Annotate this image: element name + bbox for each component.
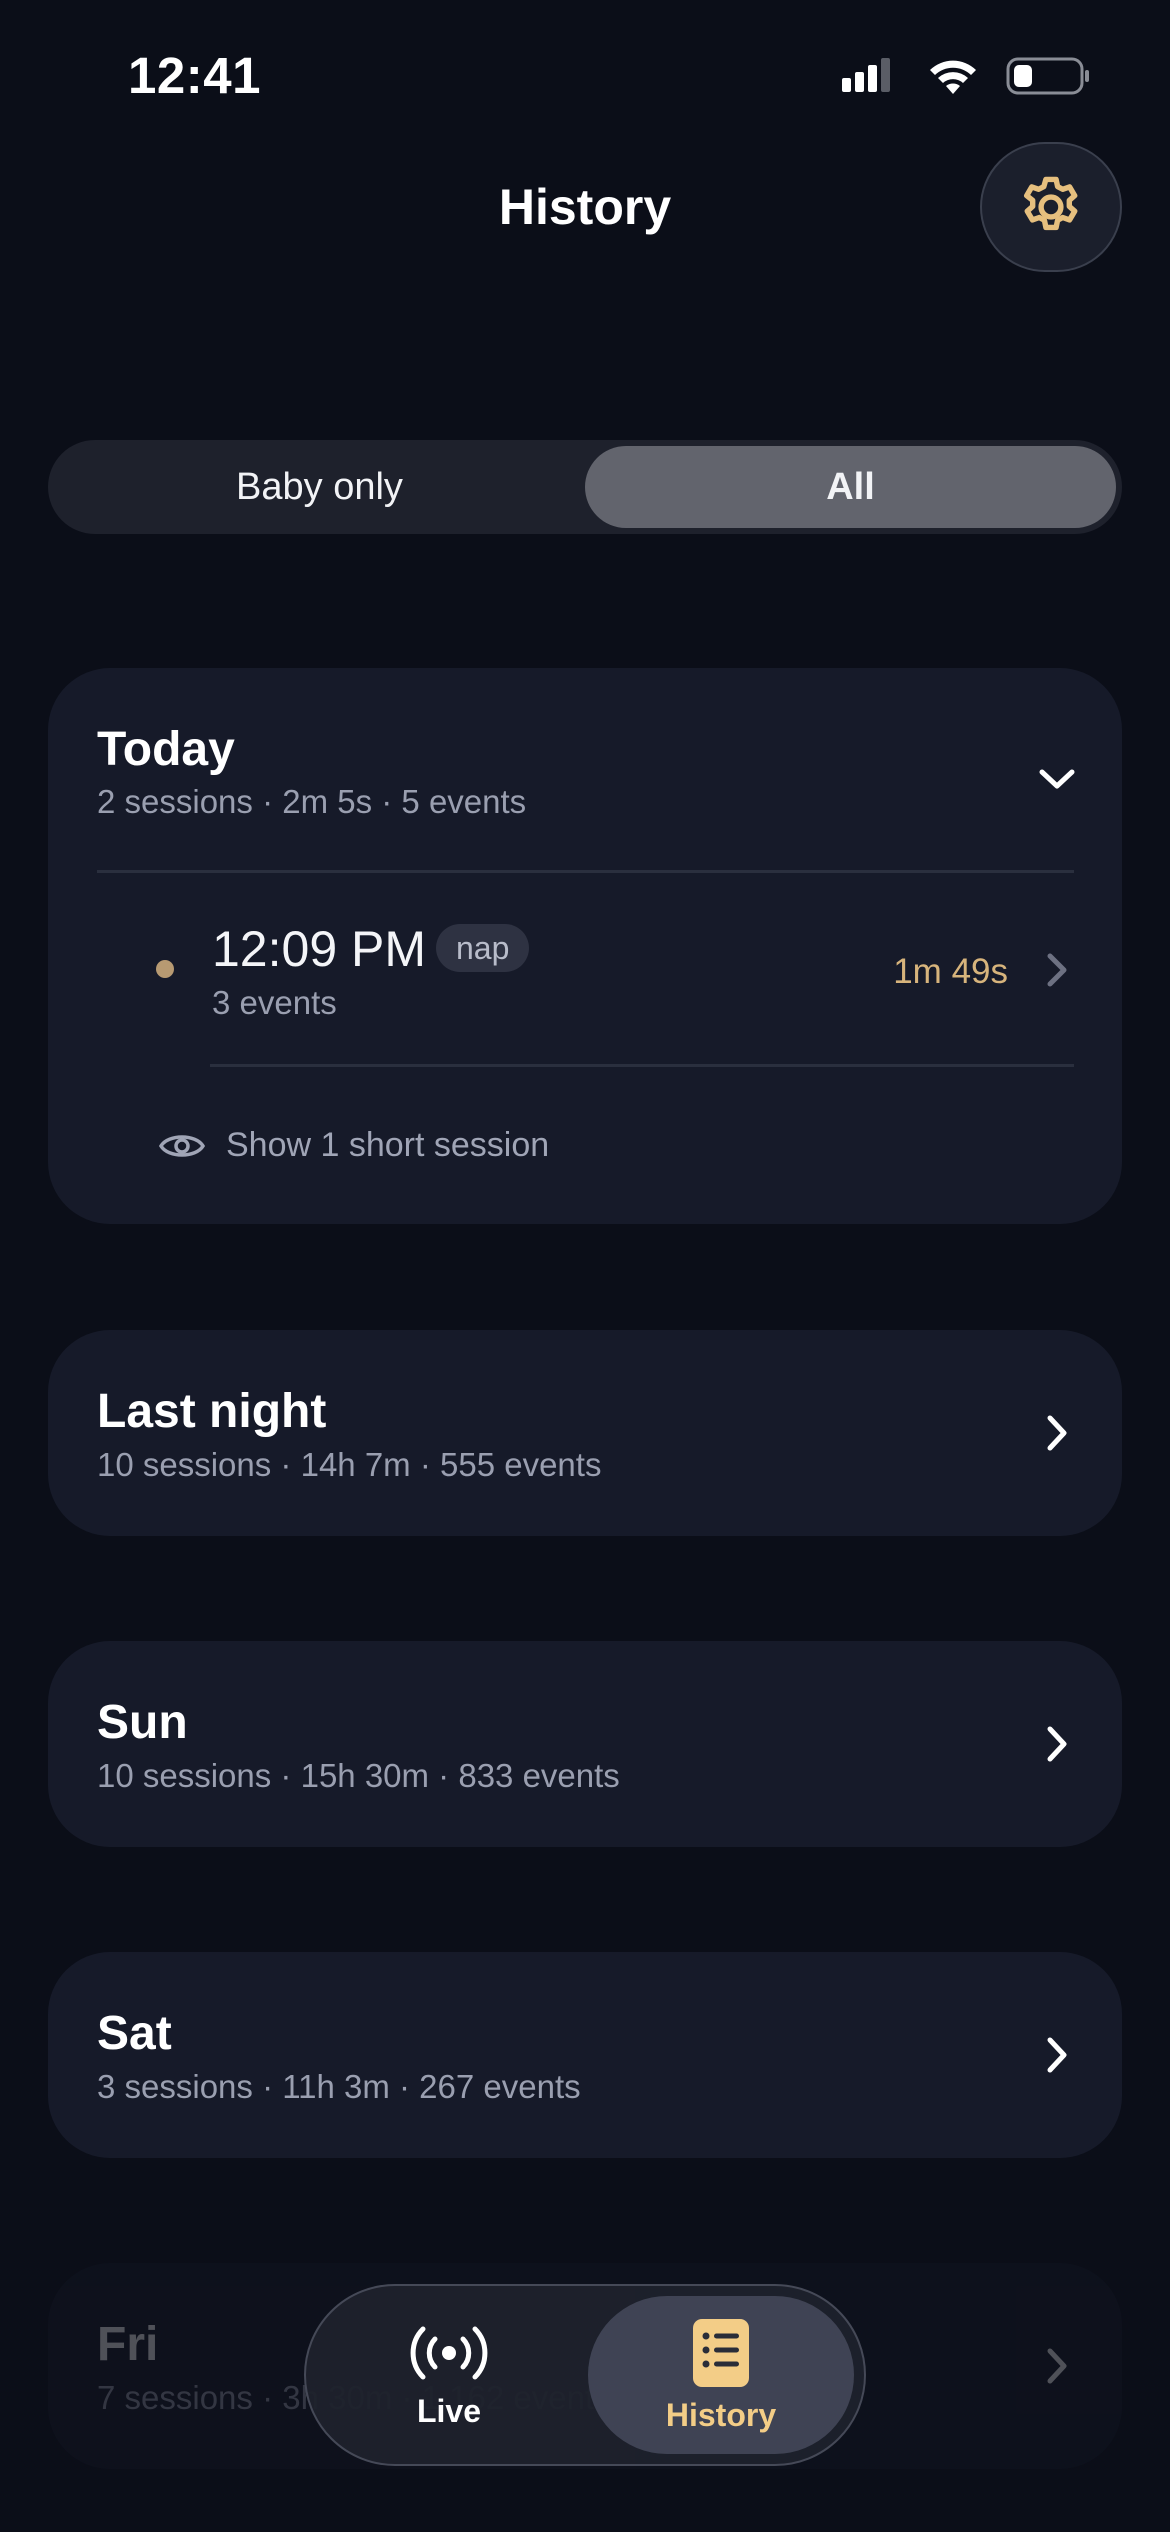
eye-icon: [158, 1134, 206, 1157]
session-duration: 1m 49s: [893, 952, 1008, 991]
day-summary: 10 sessions · 15h 30m · 833 events: [97, 1757, 620, 1794]
broadcast-icon: [410, 2326, 488, 2379]
status-icons: [842, 56, 1090, 96]
day-card-sun[interactable]: Sun 10 sessions · 15h 30m · 833 events: [48, 1641, 1122, 1847]
chevron-down-icon[interactable]: [1036, 764, 1078, 794]
wifi-icon: [930, 60, 976, 94]
day-title: Sun: [97, 1696, 188, 1749]
chevron-right-icon: [1047, 2037, 1067, 2073]
settings-button[interactable]: [980, 142, 1122, 272]
bottom-nav: Live History: [304, 2284, 866, 2466]
nav-label: Live: [416, 2392, 482, 2429]
divider: [97, 870, 1074, 873]
day-card-today: Today 2 sessions · 2m 5s · 5 events 12:0…: [48, 668, 1122, 1224]
day-summary: 10 sessions · 14h 7m · 555 events: [97, 1446, 602, 1483]
show-short-sessions-button[interactable]: Show 1 short session: [158, 1126, 549, 1165]
nav-live[interactable]: Live: [316, 2296, 582, 2454]
nav-label: History: [665, 2396, 777, 2433]
session-tag-badge: nap: [436, 924, 530, 972]
day-summary: 3 sessions · 11h 3m · 267 events: [97, 2068, 581, 2105]
session-dot: [156, 960, 174, 978]
session-events: 3 events: [212, 984, 337, 1021]
history-screen: 12:41 History Baby only All Today 2 sess…: [0, 0, 1170, 2532]
segment-all[interactable]: All: [585, 446, 1116, 528]
chevron-right-icon: [1047, 1415, 1067, 1451]
chevron-right-icon: [1047, 1726, 1067, 1762]
segment-baby-only[interactable]: Baby only: [54, 446, 585, 528]
list-document-icon: [693, 2318, 749, 2387]
day-title: Last night: [97, 1385, 327, 1438]
day-card-last-night[interactable]: Last night 10 sessions · 14h 7m · 555 ev…: [48, 1330, 1122, 1536]
status-time: 12:41: [128, 47, 261, 104]
filter-segmented-control: Baby only All: [48, 440, 1122, 534]
day-card-sat[interactable]: Sat 3 sessions · 11h 3m · 267 events: [48, 1952, 1122, 2158]
chevron-right-icon: [1047, 953, 1067, 987]
nav-history[interactable]: History: [588, 2296, 854, 2454]
show-short-label: Show 1 short session: [226, 1126, 550, 1164]
day-title: Fri: [97, 2318, 159, 2371]
chevron-right-icon: [1047, 2348, 1067, 2384]
session-time: 12:09 PM: [212, 921, 427, 977]
day-title: Today: [97, 723, 235, 776]
cellular-signal-icon: [842, 58, 890, 92]
battery-icon: [1006, 57, 1089, 95]
divider: [210, 1064, 1074, 1067]
gear-icon: [1024, 176, 1078, 231]
day-title: Sat: [97, 2007, 172, 2060]
day-summary: 2 sessions · 2m 5s · 5 events: [97, 783, 527, 820]
